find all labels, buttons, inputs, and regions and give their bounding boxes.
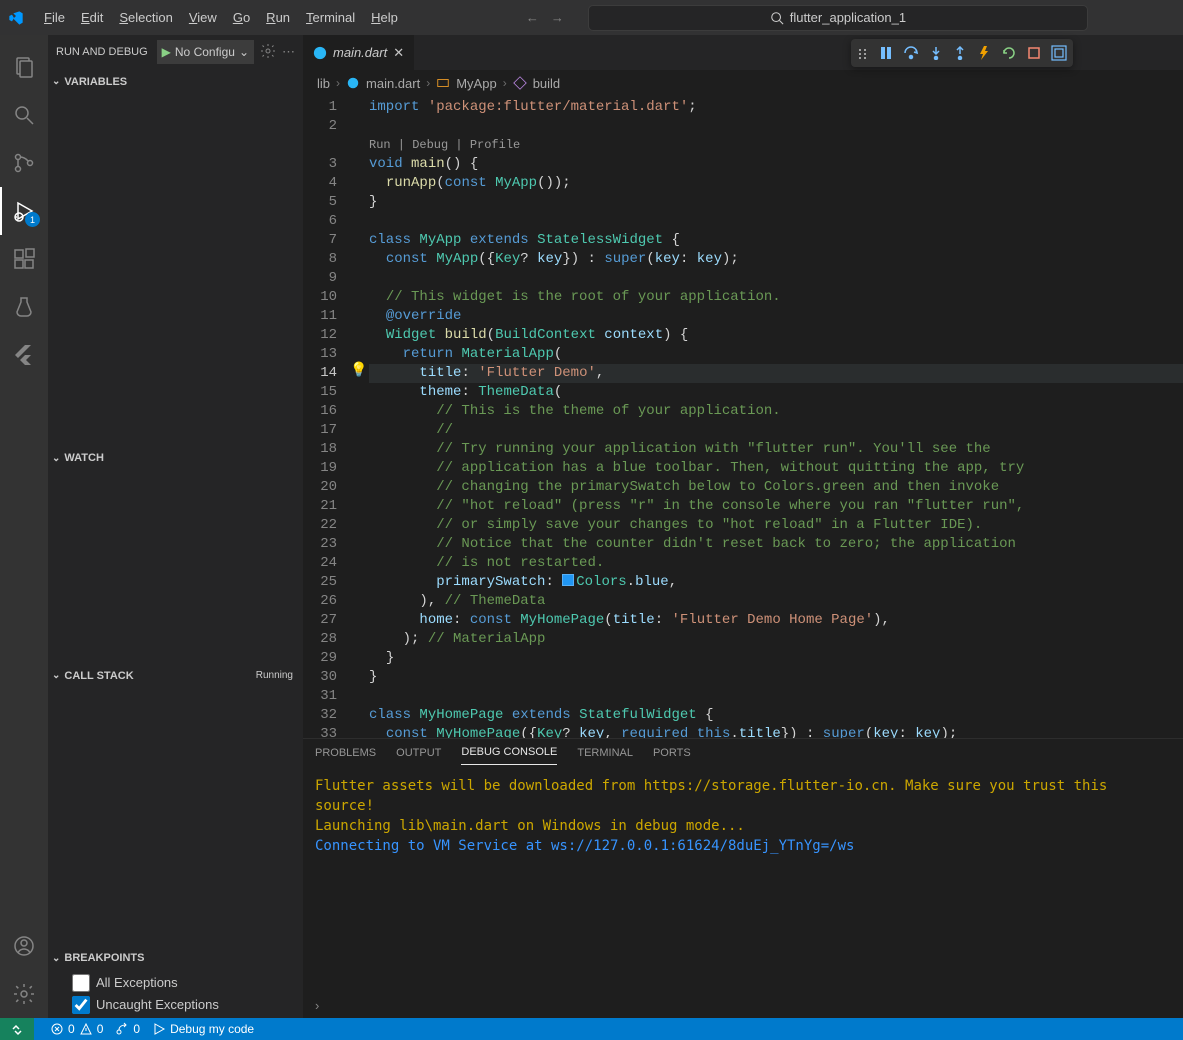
close-icon[interactable]: ✕: [393, 45, 404, 61]
gear-icon[interactable]: [260, 43, 276, 62]
step-over-icon[interactable]: [903, 45, 919, 61]
section-callstack[interactable]: ⌄CALL STACKRunning: [48, 664, 303, 688]
activity-accounts[interactable]: [0, 922, 48, 970]
drag-icon[interactable]: [857, 47, 869, 59]
nav-forward-icon[interactable]: →: [551, 10, 564, 25]
debug-badge: 1: [25, 212, 40, 227]
chevron-down-icon: ⌄: [239, 45, 249, 59]
menu-edit[interactable]: Edit: [73, 6, 111, 29]
menu-go[interactable]: Go: [225, 6, 258, 29]
debug-console-input[interactable]: ›: [303, 992, 1183, 1018]
step-out-icon[interactable]: [953, 46, 967, 60]
step-into-icon[interactable]: [929, 46, 943, 60]
debug-toolbar: [851, 39, 1073, 67]
activity-search[interactable]: [0, 91, 48, 139]
command-center[interactable]: flutter_application_1: [588, 5, 1088, 31]
breakpoint-all-exceptions[interactable]: All Exceptions: [56, 972, 295, 994]
debug-config-dropdown[interactable]: ▶ No Configu ⌄: [157, 40, 254, 64]
section-variables[interactable]: ⌄VARIABLES: [48, 70, 303, 94]
command-center-text: flutter_application_1: [790, 10, 906, 25]
activity-flutter[interactable]: [0, 331, 48, 379]
activity-extensions[interactable]: [0, 235, 48, 283]
widget-inspector-icon[interactable]: [1051, 45, 1067, 61]
status-bar: 00 0 Debug my code: [0, 1018, 1183, 1040]
play-icon: ▶: [162, 45, 171, 59]
restart-icon[interactable]: [1001, 45, 1017, 61]
status-debug[interactable]: Debug my code: [152, 1022, 254, 1036]
debug-sidebar: RUN AND DEBUG ▶ No Configu ⌄ ⋯ ⌄VARIABLE…: [48, 35, 303, 1018]
dart-icon: [346, 76, 360, 90]
activity-scm[interactable]: [0, 139, 48, 187]
title-bar: File Edit Selection View Go Run Terminal…: [0, 0, 1183, 35]
menu-run[interactable]: Run: [258, 6, 298, 29]
remote-icon[interactable]: [0, 1018, 34, 1040]
tab-main-dart[interactable]: main.dart ✕: [303, 35, 414, 70]
panel-tab-output[interactable]: OUTPUT: [396, 747, 441, 765]
checkbox[interactable]: [72, 974, 90, 992]
tab-label: main.dart: [333, 45, 387, 60]
bottom-panel: PROBLEMS OUTPUT DEBUG CONSOLE TERMINAL P…: [303, 738, 1183, 1018]
menu-file[interactable]: File: [36, 6, 73, 29]
breadcrumbs[interactable]: lib› main.dart› MyApp› build: [303, 70, 1183, 96]
activity-settings[interactable]: [0, 970, 48, 1018]
search-icon: [770, 11, 784, 25]
menu-view[interactable]: View: [181, 6, 225, 29]
lightbulb-icon[interactable]: 💡: [350, 362, 367, 381]
pause-icon[interactable]: [879, 46, 893, 60]
nav-back-icon[interactable]: ←: [526, 10, 539, 25]
status-errors[interactable]: 00: [50, 1022, 103, 1036]
status-ports[interactable]: 0: [115, 1022, 140, 1036]
menu-help[interactable]: Help: [363, 6, 406, 29]
sidebar-title: RUN AND DEBUG: [56, 46, 151, 58]
panel-tab-terminal[interactable]: TERMINAL: [577, 747, 633, 765]
debug-console-output[interactable]: Flutter assets will be downloaded from h…: [303, 772, 1183, 992]
hot-reload-icon[interactable]: [977, 46, 991, 60]
activity-testing[interactable]: [0, 283, 48, 331]
activity-run-debug[interactable]: 1: [0, 187, 48, 235]
menu-terminal[interactable]: Terminal: [298, 6, 363, 29]
editor-tabs: main.dart ✕: [303, 35, 1183, 70]
class-icon: [436, 76, 450, 90]
code-editor[interactable]: 1234567891011121314151617181920212223242…: [303, 96, 1183, 738]
stop-icon[interactable]: [1027, 46, 1041, 60]
method-icon: [513, 76, 527, 90]
checkbox[interactable]: [72, 996, 90, 1014]
panel-tab-debug-console[interactable]: DEBUG CONSOLE: [461, 746, 557, 765]
breakpoint-uncaught-exceptions[interactable]: Uncaught Exceptions: [56, 994, 295, 1016]
activity-bar: 1: [0, 35, 48, 1018]
section-watch[interactable]: ⌄WATCH: [48, 446, 303, 470]
section-breakpoints[interactable]: ⌄BREAKPOINTS: [48, 946, 303, 970]
activity-explorer[interactable]: [0, 43, 48, 91]
vscode-icon: [8, 10, 24, 26]
more-icon[interactable]: ⋯: [282, 44, 295, 60]
menu-selection[interactable]: Selection: [111, 6, 180, 29]
dart-icon: [313, 46, 327, 60]
panel-tab-ports[interactable]: PORTS: [653, 747, 691, 765]
panel-tab-problems[interactable]: PROBLEMS: [315, 747, 376, 765]
config-label: No Configu: [175, 45, 235, 59]
